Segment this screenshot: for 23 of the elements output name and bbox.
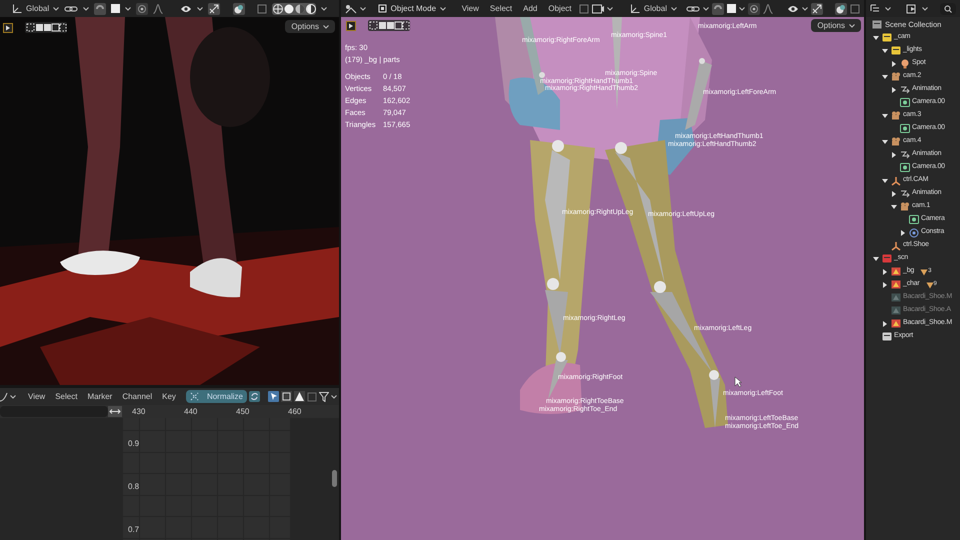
menu-item[interactable]: Channel (118, 390, 156, 402)
value-label: 0.7 (128, 524, 140, 536)
frame-number: 450 (236, 406, 250, 418)
frame-number: 460 (288, 406, 302, 418)
menu-item[interactable]: Add (519, 2, 542, 14)
menu-item[interactable]: View (458, 2, 483, 14)
orientation-dropdown[interactable]: Global (26, 2, 50, 14)
menu-item[interactable]: Object (544, 2, 576, 14)
graph-grid[interactable]: 0.9 0.8 0.7 (123, 418, 339, 540)
value-label: 0.8 (128, 481, 140, 493)
menu-item[interactable]: Key (158, 390, 180, 402)
options-button[interactable]: Options (285, 20, 335, 33)
frame-number: 440 (184, 406, 198, 418)
menu-item[interactable]: Marker (83, 390, 116, 402)
normalize-toggle[interactable]: Normalize (186, 390, 247, 403)
options-button[interactable]: Options (811, 19, 861, 32)
orientation-dropdown[interactable]: Global (644, 2, 667, 14)
frame-number: 430 (132, 406, 146, 418)
menu-item[interactable]: Select (486, 2, 516, 14)
mode-dropdown[interactable]: Object Mode (378, 2, 446, 14)
value-label: 0.9 (128, 438, 140, 450)
menu-item[interactable]: Select (51, 390, 82, 402)
menu-item[interactable]: View (24, 390, 50, 402)
